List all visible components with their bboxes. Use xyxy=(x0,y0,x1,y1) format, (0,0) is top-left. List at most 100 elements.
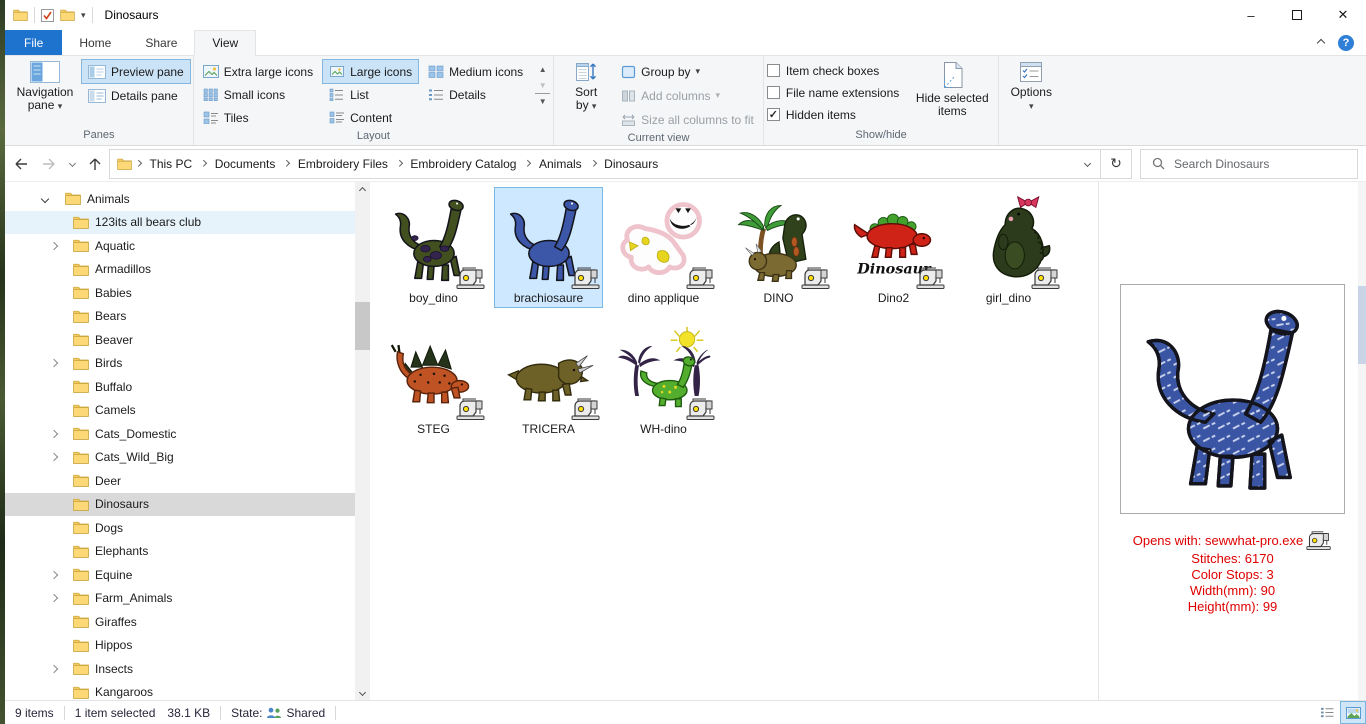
close-button[interactable]: ✕ xyxy=(1320,0,1366,30)
tree-scrollbar[interactable] xyxy=(355,182,370,700)
tab-file[interactable]: File xyxy=(5,30,62,55)
view-small-icons[interactable]: Small icons xyxy=(197,83,319,106)
preview-scrollbar[interactable] xyxy=(1358,182,1366,700)
file-steg[interactable]: STEG xyxy=(380,319,487,438)
scroll-up-icon[interactable] xyxy=(355,182,370,198)
chevron-right-icon[interactable] xyxy=(50,359,58,367)
tree-item-123its-all-bears-club[interactable]: 123its all bears club xyxy=(5,211,355,235)
tree-item-beaver[interactable]: Beaver xyxy=(5,328,355,352)
chevron-right-icon[interactable] xyxy=(50,453,58,461)
checkbox-hidden-items[interactable]: Hidden items xyxy=(767,104,899,125)
gallery-more-icon[interactable]: ▼ xyxy=(535,93,550,109)
tree-item-birds[interactable]: Birds xyxy=(5,352,355,376)
file-dino-applique[interactable]: dino applique xyxy=(610,188,717,307)
preview-pane-button[interactable]: Preview pane xyxy=(82,60,190,83)
maximize-button[interactable] xyxy=(1274,0,1320,30)
refresh-button[interactable]: ↻ xyxy=(1100,149,1132,179)
address-dropdown-button[interactable] xyxy=(1074,150,1100,178)
new-folder-icon[interactable] xyxy=(60,9,75,21)
tab-home[interactable]: Home xyxy=(62,30,128,55)
scrollbar-thumb[interactable] xyxy=(1358,286,1366,364)
recent-locations-button[interactable] xyxy=(63,150,81,178)
file-dino[interactable]: DINO xyxy=(725,188,832,307)
breadcrumb-chevron-icon[interactable] xyxy=(282,161,291,166)
gallery-down-icon[interactable]: ▼ xyxy=(535,77,550,93)
address-box[interactable]: This PC Documents Embroidery Files Embroide… xyxy=(109,149,1101,179)
breadcrumb-item-animals[interactable]: Animals xyxy=(534,150,587,178)
options-button[interactable]: Options▾ xyxy=(1002,58,1060,114)
breadcrumb-item-embroidery-catalog[interactable]: Embroidery Catalog xyxy=(405,150,521,178)
view-list[interactable]: List xyxy=(323,83,418,106)
size-all-columns-button[interactable]: Size all columns to fit xyxy=(615,108,760,131)
search-box[interactable]: Search Dinosaurs xyxy=(1140,149,1358,179)
tree-item-hippos[interactable]: Hippos xyxy=(5,634,355,658)
forward-button[interactable] xyxy=(35,150,63,178)
tree-item-elephants[interactable]: Elephants xyxy=(5,540,355,564)
file-girl-dino[interactable]: girl_dino xyxy=(955,188,1062,307)
tree-item-buffalo[interactable]: Buffalo xyxy=(5,375,355,399)
collapse-ribbon-icon[interactable] xyxy=(1317,38,1325,46)
properties-check-icon[interactable] xyxy=(41,9,54,22)
chevron-right-icon[interactable] xyxy=(50,665,58,673)
breadcrumb-item-documents[interactable]: Documents xyxy=(210,150,281,178)
breadcrumb-chevron-icon[interactable] xyxy=(523,161,532,166)
minimize-button[interactable]: – xyxy=(1228,0,1274,30)
large-thumbnails-view-toggle[interactable] xyxy=(1340,701,1366,724)
up-button[interactable] xyxy=(81,150,109,178)
breadcrumb-item-embroidery-files[interactable]: Embroidery Files xyxy=(293,150,393,178)
back-button[interactable] xyxy=(7,150,35,178)
tree-item-armadillos[interactable]: Armadillos xyxy=(5,258,355,282)
gallery-up-icon[interactable]: ▲ xyxy=(535,61,550,77)
view-details[interactable]: Details xyxy=(422,83,529,106)
view-large-icons[interactable]: Large icons xyxy=(323,60,418,83)
tree-item-deer[interactable]: Deer xyxy=(5,469,355,493)
chevron-right-icon[interactable] xyxy=(50,430,58,438)
sort-by-button[interactable]: Sort by ▾ xyxy=(557,58,615,114)
tree-item-babies[interactable]: Babies xyxy=(5,281,355,305)
view-medium-icons[interactable]: Medium icons xyxy=(422,60,529,83)
file-dino2[interactable]: Dinosaur Dino2 xyxy=(840,188,947,307)
tree-item-aquatic[interactable]: Aquatic xyxy=(5,234,355,258)
tree-item-farm-animals[interactable]: Farm_Animals xyxy=(5,587,355,611)
hide-selected-items-button[interactable]: Hide selected items xyxy=(909,58,995,119)
details-view-toggle[interactable] xyxy=(1314,701,1340,724)
scrollbar-thumb[interactable] xyxy=(355,302,370,350)
tree-item-equine[interactable]: Equine xyxy=(5,563,355,587)
breadcrumb-chevron-icon[interactable] xyxy=(199,161,208,166)
tree-item-camels[interactable]: Camels xyxy=(5,399,355,423)
chevron-right-icon[interactable] xyxy=(50,571,58,579)
tab-view[interactable]: View xyxy=(194,30,256,56)
breadcrumb-item-this-pc[interactable]: This PC xyxy=(145,150,198,178)
details-pane-button[interactable]: Details pane xyxy=(82,84,190,107)
tree-item-cats-wild-big[interactable]: Cats_Wild_Big xyxy=(5,446,355,470)
breadcrumb-chevron-icon[interactable] xyxy=(589,161,598,166)
breadcrumb-item-dinosaurs[interactable]: Dinosaurs xyxy=(599,150,663,178)
breadcrumb-chevron-icon[interactable] xyxy=(134,161,143,166)
customize-qat-chevron-icon[interactable]: ▾ xyxy=(81,10,86,21)
tab-share[interactable]: Share xyxy=(128,30,194,55)
checkbox-file-name-extensions[interactable]: File name extensions xyxy=(767,82,899,103)
scroll-down-icon[interactable] xyxy=(355,684,370,700)
tree-item-bears[interactable]: Bears xyxy=(5,305,355,329)
chevron-expanded-icon[interactable] xyxy=(41,195,49,203)
tree-item-kangaroos[interactable]: Kangaroos xyxy=(5,681,355,701)
chevron-right-icon[interactable] xyxy=(50,594,58,602)
tree-item-insects[interactable]: Insects xyxy=(5,657,355,681)
folder-icon[interactable] xyxy=(13,9,28,21)
tree-item-dogs[interactable]: Dogs xyxy=(5,516,355,540)
checkbox-item-check-boxes[interactable]: Item check boxes xyxy=(767,60,899,81)
tree-item-animals[interactable]: Animals xyxy=(5,187,355,211)
navigation-pane-button[interactable]: Navigation pane ▾ xyxy=(8,58,82,114)
view-content[interactable]: Content xyxy=(323,106,418,129)
breadcrumb-chevron-icon[interactable] xyxy=(395,161,404,166)
title-bar[interactable]: ▾ Dinosaurs – ✕ xyxy=(5,0,1366,30)
group-by-button[interactable]: Group by ▾ xyxy=(615,60,760,83)
view-extra-large-icons[interactable]: Extra large icons xyxy=(197,60,319,83)
tree-item-giraffes[interactable]: Giraffes xyxy=(5,610,355,634)
add-columns-button[interactable]: Add columns ▾ xyxy=(615,84,760,107)
tree-item-cats-domestic[interactable]: Cats_Domestic xyxy=(5,422,355,446)
tree-item-dinosaurs[interactable]: Dinosaurs xyxy=(5,493,355,517)
file-boy-dino[interactable]: boy_dino xyxy=(380,188,487,307)
chevron-right-icon[interactable] xyxy=(50,242,58,250)
help-icon[interactable]: ? xyxy=(1338,35,1354,51)
